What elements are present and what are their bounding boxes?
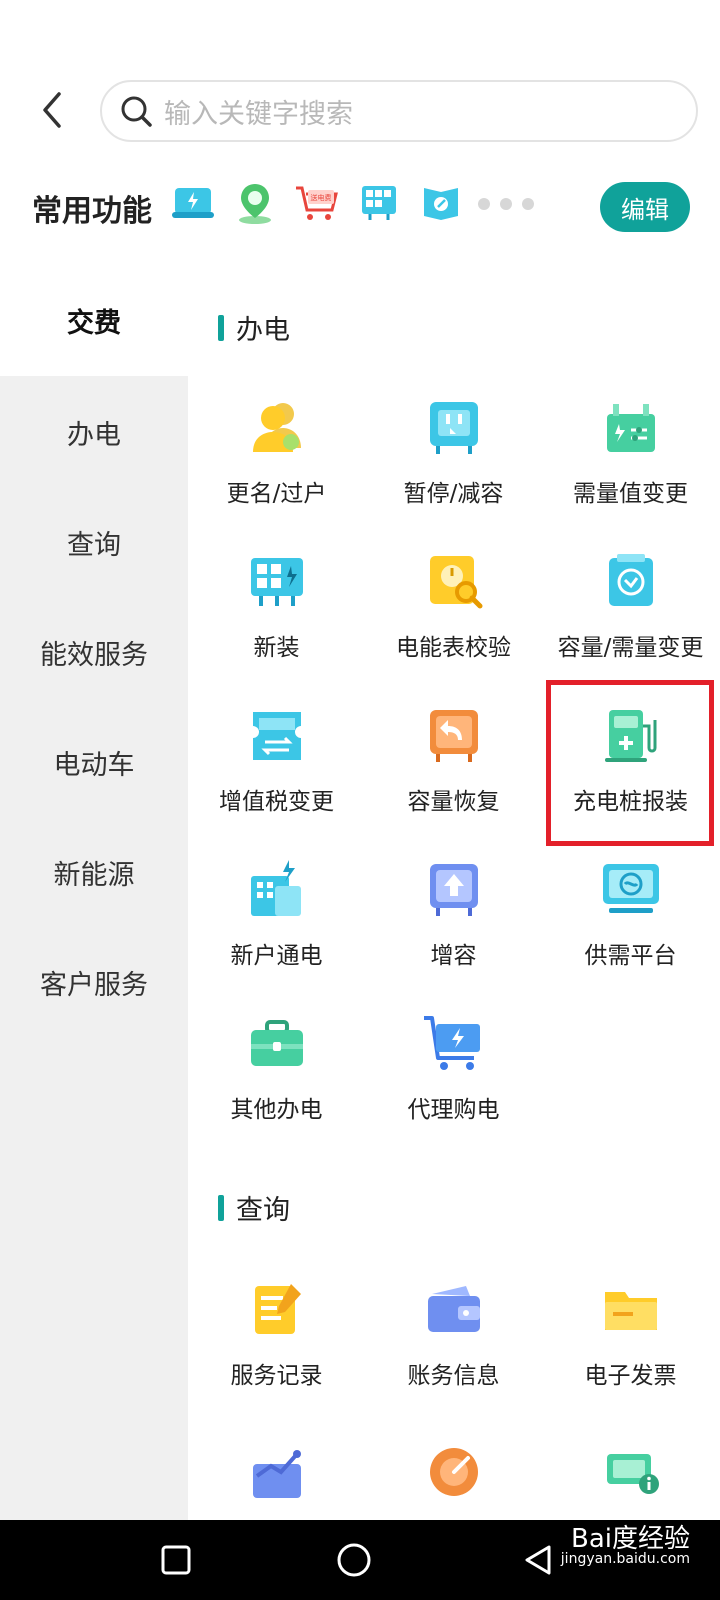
sidebar-item-diandongche[interactable]: 电动车 (0, 706, 188, 818)
gauge-icon (429, 1448, 478, 1496)
service-tile[interactable]: 更名/过户 (188, 388, 365, 528)
user-transfer-icon (252, 403, 301, 452)
sidebar-item-kehufuwu[interactable]: 客户服务 (0, 926, 188, 1038)
demand-adjust-icon (606, 404, 655, 452)
new-install-icon (250, 558, 303, 606)
new-household-icon (250, 860, 301, 916)
back-nav-button[interactable] (518, 1540, 558, 1580)
service-tile[interactable]: 容量/需量变更 (542, 542, 719, 682)
service-content: 办电 更名/过户 暂停/减容 需量值变更 新装 电能表校验 容量/需量变更 增值… (188, 264, 720, 1520)
service-tile[interactable]: 电能表校验 (365, 542, 542, 682)
meter-check-icon (429, 556, 482, 609)
agent-purchase-cart-icon (423, 1016, 480, 1070)
sidebar-item-chaxun[interactable]: 查询 (0, 486, 188, 598)
circle-icon (337, 1543, 371, 1577)
service-tile[interactable]: 容量恢复 (365, 696, 542, 836)
capacity-change-icon (608, 554, 653, 606)
supply-demand-icon (602, 864, 659, 913)
tax-change-icon (252, 712, 301, 760)
pause-device-icon (429, 402, 478, 454)
service-tile[interactable] (365, 1432, 542, 1520)
highlight-box (546, 680, 714, 846)
service-tile[interactable]: 暂停/减容 (365, 388, 542, 528)
location-pin-icon[interactable] (232, 180, 278, 226)
service-tile[interactable]: 账务信息 (365, 1270, 542, 1410)
service-tile[interactable]: 需量值变更 (542, 388, 719, 528)
wallet-icon (427, 1286, 480, 1332)
search-icon (116, 91, 156, 131)
section-title-bandian: 办电 (218, 308, 290, 347)
search-placeholder: 输入关键字搜索 (164, 98, 353, 130)
favorites-title: 常用功能 (32, 194, 152, 229)
payment-card-icon[interactable] (170, 180, 216, 226)
back-button[interactable] (30, 88, 74, 132)
home-button[interactable] (334, 1540, 374, 1580)
watermark: Bai度经验 jingyan.baidu.com (560, 1524, 690, 1567)
capacity-restore-icon (429, 710, 478, 762)
search-input[interactable]: 输入关键字搜索 (100, 80, 698, 142)
meter-grid-icon[interactable] (356, 180, 402, 226)
sidebar-item-jiaofei[interactable]: 交费 (0, 264, 188, 376)
more-dots-icon[interactable] (478, 198, 534, 210)
recent-apps-button[interactable] (156, 1540, 196, 1580)
section-title-chaxun: 查询 (218, 1188, 290, 1227)
service-tile[interactable]: 供需平台 (542, 850, 719, 990)
chevron-left-icon (43, 92, 61, 128)
service-tile[interactable]: 增容 (365, 850, 542, 990)
service-tile[interactable]: 新装 (188, 542, 365, 682)
header: 输入关键字搜索 常用功能 送电费 编辑 (0, 0, 720, 250)
sidebar-item-xinnengyuan[interactable]: 新能源 (0, 816, 188, 928)
briefcase-icon (250, 1020, 303, 1066)
service-record-icon (254, 1284, 301, 1334)
triangle-back-icon (525, 1545, 551, 1575)
analysis-chart-icon (252, 1450, 301, 1498)
service-tile[interactable]: 其他办电 (188, 1004, 365, 1144)
device-info-icon (606, 1454, 659, 1494)
service-tile[interactable]: 代理购电 (365, 1004, 542, 1144)
cart-badge-label: 送电费 (311, 193, 332, 202)
sidebar-item-nengxiao[interactable]: 能效服务 (0, 596, 188, 708)
edit-button[interactable]: 编辑 (600, 182, 690, 232)
service-tile[interactable] (542, 1432, 719, 1520)
service-tile[interactable]: 服务记录 (188, 1270, 365, 1410)
invoice-icon (604, 1292, 657, 1330)
shopping-cart-icon[interactable]: 送电费 (294, 180, 340, 226)
service-tile[interactable]: 新户通电 (188, 850, 365, 990)
favorites-icons: 送电费 (170, 180, 464, 226)
book-icon[interactable] (418, 180, 464, 226)
square-icon (161, 1545, 191, 1575)
service-tile[interactable]: 增值税变更 (188, 696, 365, 836)
category-sidebar: 交费 办电 查询 能效服务 电动车 新能源 客户服务 (0, 264, 188, 1520)
service-tile[interactable] (188, 1432, 365, 1520)
sidebar-item-bandian[interactable]: 办电 (0, 376, 188, 488)
service-tile[interactable]: 电子发票 (542, 1270, 719, 1410)
capacity-increase-icon (429, 864, 478, 916)
